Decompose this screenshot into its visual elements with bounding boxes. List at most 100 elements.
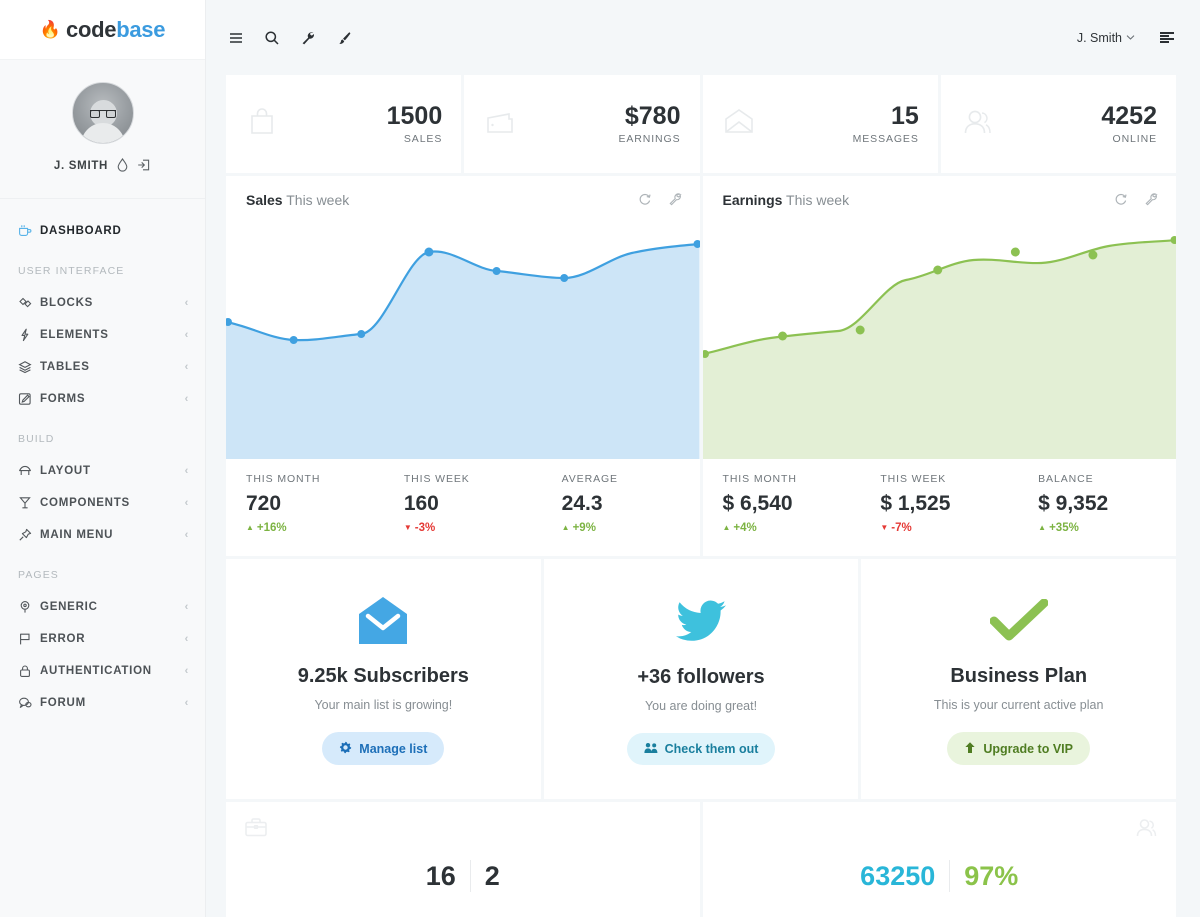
sidebar-item-components[interactable]: COMPONENTS ‹ (0, 487, 205, 519)
avatar[interactable] (71, 82, 134, 144)
wrench-icon[interactable] (1144, 192, 1158, 208)
chart-subtitle: This week (786, 192, 850, 208)
check-them-out-button[interactable]: Check them out (626, 732, 776, 765)
promo-button-label: Manage list (359, 741, 428, 756)
refresh-icon[interactable] (1114, 192, 1128, 208)
sidebar-item-label: MAIN MENU (40, 529, 114, 541)
sidebar-heading-user-interface: USER INTERFACE (18, 265, 125, 277)
chart-stat-item: BALANCE $ 9,352 ▲ +35% (1018, 473, 1176, 534)
chat-icon (18, 696, 40, 710)
bottom-cards-row: 16 2 63250 97% (226, 802, 1176, 917)
sidebar-item-layout[interactable]: LAYOUT ‹ (0, 455, 205, 487)
chart-card-earnings: Earnings This week THIS MONTH $ 6,540 ▲ … (702, 176, 1176, 556)
arrow-down-icon: ▼ (880, 523, 889, 532)
brand-base-text: base (116, 16, 166, 42)
layers-icon (18, 360, 40, 374)
sidebar-item-elements[interactable]: ELEMENTS ‹ (0, 319, 205, 351)
chevron-down-icon (1126, 33, 1135, 43)
user-icon (1134, 816, 1158, 844)
stat-label: MESSAGES (852, 133, 919, 146)
chart-title: Earnings (722, 192, 783, 208)
main-area: J. Smith 1500 SALES $780 EARNINGS 15 MES… (206, 0, 1200, 917)
sidebar-item-generic[interactable]: GENERIC ‹ (0, 591, 205, 623)
droplet-icon[interactable] (117, 158, 128, 174)
flag-icon (18, 632, 40, 646)
menu-icon[interactable] (226, 28, 245, 47)
sidebar-item-error[interactable]: ERROR ‹ (0, 623, 205, 655)
chevron-left-icon: ‹ (184, 696, 189, 709)
chevron-left-icon: ‹ (184, 296, 189, 309)
chevron-left-icon: ‹ (184, 632, 189, 645)
sidebar-item-tables[interactable]: TABLES ‹ (0, 351, 205, 383)
stat-card-messages[interactable]: 15 MESSAGES (702, 75, 938, 173)
chart-stat-delta: ▼ -3% (404, 522, 542, 534)
promo-card-plan: Business Plan This is your current activ… (861, 559, 1177, 799)
chart-stat-delta-value: +16% (256, 522, 287, 534)
user-icon (960, 105, 994, 144)
search-icon[interactable] (262, 28, 281, 47)
promo-subtitle: Your main list is growing! (314, 698, 453, 712)
bottom-card-number: 63250 (860, 861, 936, 891)
promo-subtitle: You are doing great! (644, 698, 758, 713)
chart-stat-delta-value: -7% (891, 522, 912, 534)
chevron-left-icon: ‹ (184, 600, 189, 613)
envelope-open-icon (356, 593, 410, 649)
stat-card-sales[interactable]: 1500 SALES (226, 75, 462, 173)
app-root: 🔥 codebase J. SMITH DASHBOARD USER INTER… (0, 0, 1200, 917)
chevron-left-icon: ‹ (184, 464, 189, 477)
sidebar-item-forum[interactable]: FORUM ‹ (0, 687, 205, 719)
wrench-icon[interactable] (668, 192, 682, 208)
chart-stat-label: THIS MONTH (246, 473, 321, 485)
sidebar-item-main-menu[interactable]: MAIN MENU ‹ (0, 519, 205, 551)
bottom-card-number: 16 (425, 861, 456, 891)
stat-card-earnings[interactable]: $780 EARNINGS (464, 75, 700, 173)
promo-button-label: Check them out (664, 741, 759, 756)
brand-logo[interactable]: 🔥 codebase (0, 0, 205, 60)
logout-icon[interactable] (137, 158, 151, 174)
sidebar-item-label: GENERIC (40, 601, 98, 613)
manage-list-button[interactable]: Manage list (322, 732, 445, 765)
promo-title: +36 followers (637, 665, 765, 688)
sidebar-item-dashboard[interactable]: DASHBOARD (0, 215, 205, 247)
chart-stat-value: 720 (246, 492, 282, 515)
chevron-left-icon: ‹ (184, 664, 189, 677)
topbar-user-menu[interactable]: J. Smith (1077, 31, 1135, 45)
panel-icon[interactable] (1157, 28, 1176, 47)
chart-stats-sales: THIS MONTH 720 ▲ +16% THIS WEEK 160 ▼ -3… (226, 459, 700, 556)
sidebar-nav: DASHBOARD USER INTERFACE BLOCKS ‹ ELEMEN… (0, 199, 205, 719)
chart-stat-value: $ 1,525 (880, 492, 951, 515)
wrench-icon[interactable] (298, 28, 317, 47)
brush-icon[interactable] (334, 28, 353, 47)
chart-stat-delta-value: -3% (414, 522, 436, 534)
promo-card-followers: +36 followers You are doing great! Check… (543, 559, 859, 799)
sidebar-item-forms[interactable]: FORMS ‹ (0, 383, 205, 415)
chart-card-sales: Sales This week THIS MONTH 720 ▲ +16% TH… (226, 176, 700, 556)
brand-code-text: code (66, 16, 117, 42)
chart-stat-delta: ▲ +9% (562, 522, 700, 534)
sidebar-item-authentication[interactable]: AUTHENTICATION ‹ (0, 655, 205, 687)
sidebar-item-label: FORMS (40, 393, 86, 405)
stat-value: 15 (890, 101, 919, 130)
flame-icon: 🔥 (39, 20, 62, 39)
stat-label: ONLINE (1112, 133, 1157, 146)
chart-subtitle: This week (286, 192, 350, 208)
chart-stat-delta: ▲ +35% (1038, 522, 1176, 534)
cup-icon (18, 224, 40, 238)
refresh-icon[interactable] (638, 192, 652, 208)
arrow-down-icon: ▼ (403, 523, 412, 532)
upgrade-to-vip-button[interactable]: Upgrade to VIP (947, 732, 1090, 765)
sidebar-item-blocks[interactable]: BLOCKS ‹ (0, 287, 205, 319)
glasses-icon (89, 110, 116, 118)
stat-value: 1500 (386, 101, 443, 130)
components-icon (18, 496, 40, 510)
users-icon (644, 742, 658, 756)
stat-card-online[interactable]: 4252 ONLINE (940, 75, 1176, 173)
chart-stat-item: THIS WEEK 160 ▼ -3% (384, 473, 542, 534)
promo-title: Business Plan (950, 665, 1088, 687)
sidebar-item-label: ERROR (40, 633, 86, 645)
topbar-user-label: J. Smith (1076, 30, 1122, 45)
sidebar-heading-pages: PAGES (18, 569, 59, 581)
wallet-icon (483, 105, 517, 144)
chart-stat-item: THIS WEEK $ 1,525 ▼ -7% (860, 473, 1018, 534)
chart-stat-label: THIS MONTH (722, 473, 797, 485)
